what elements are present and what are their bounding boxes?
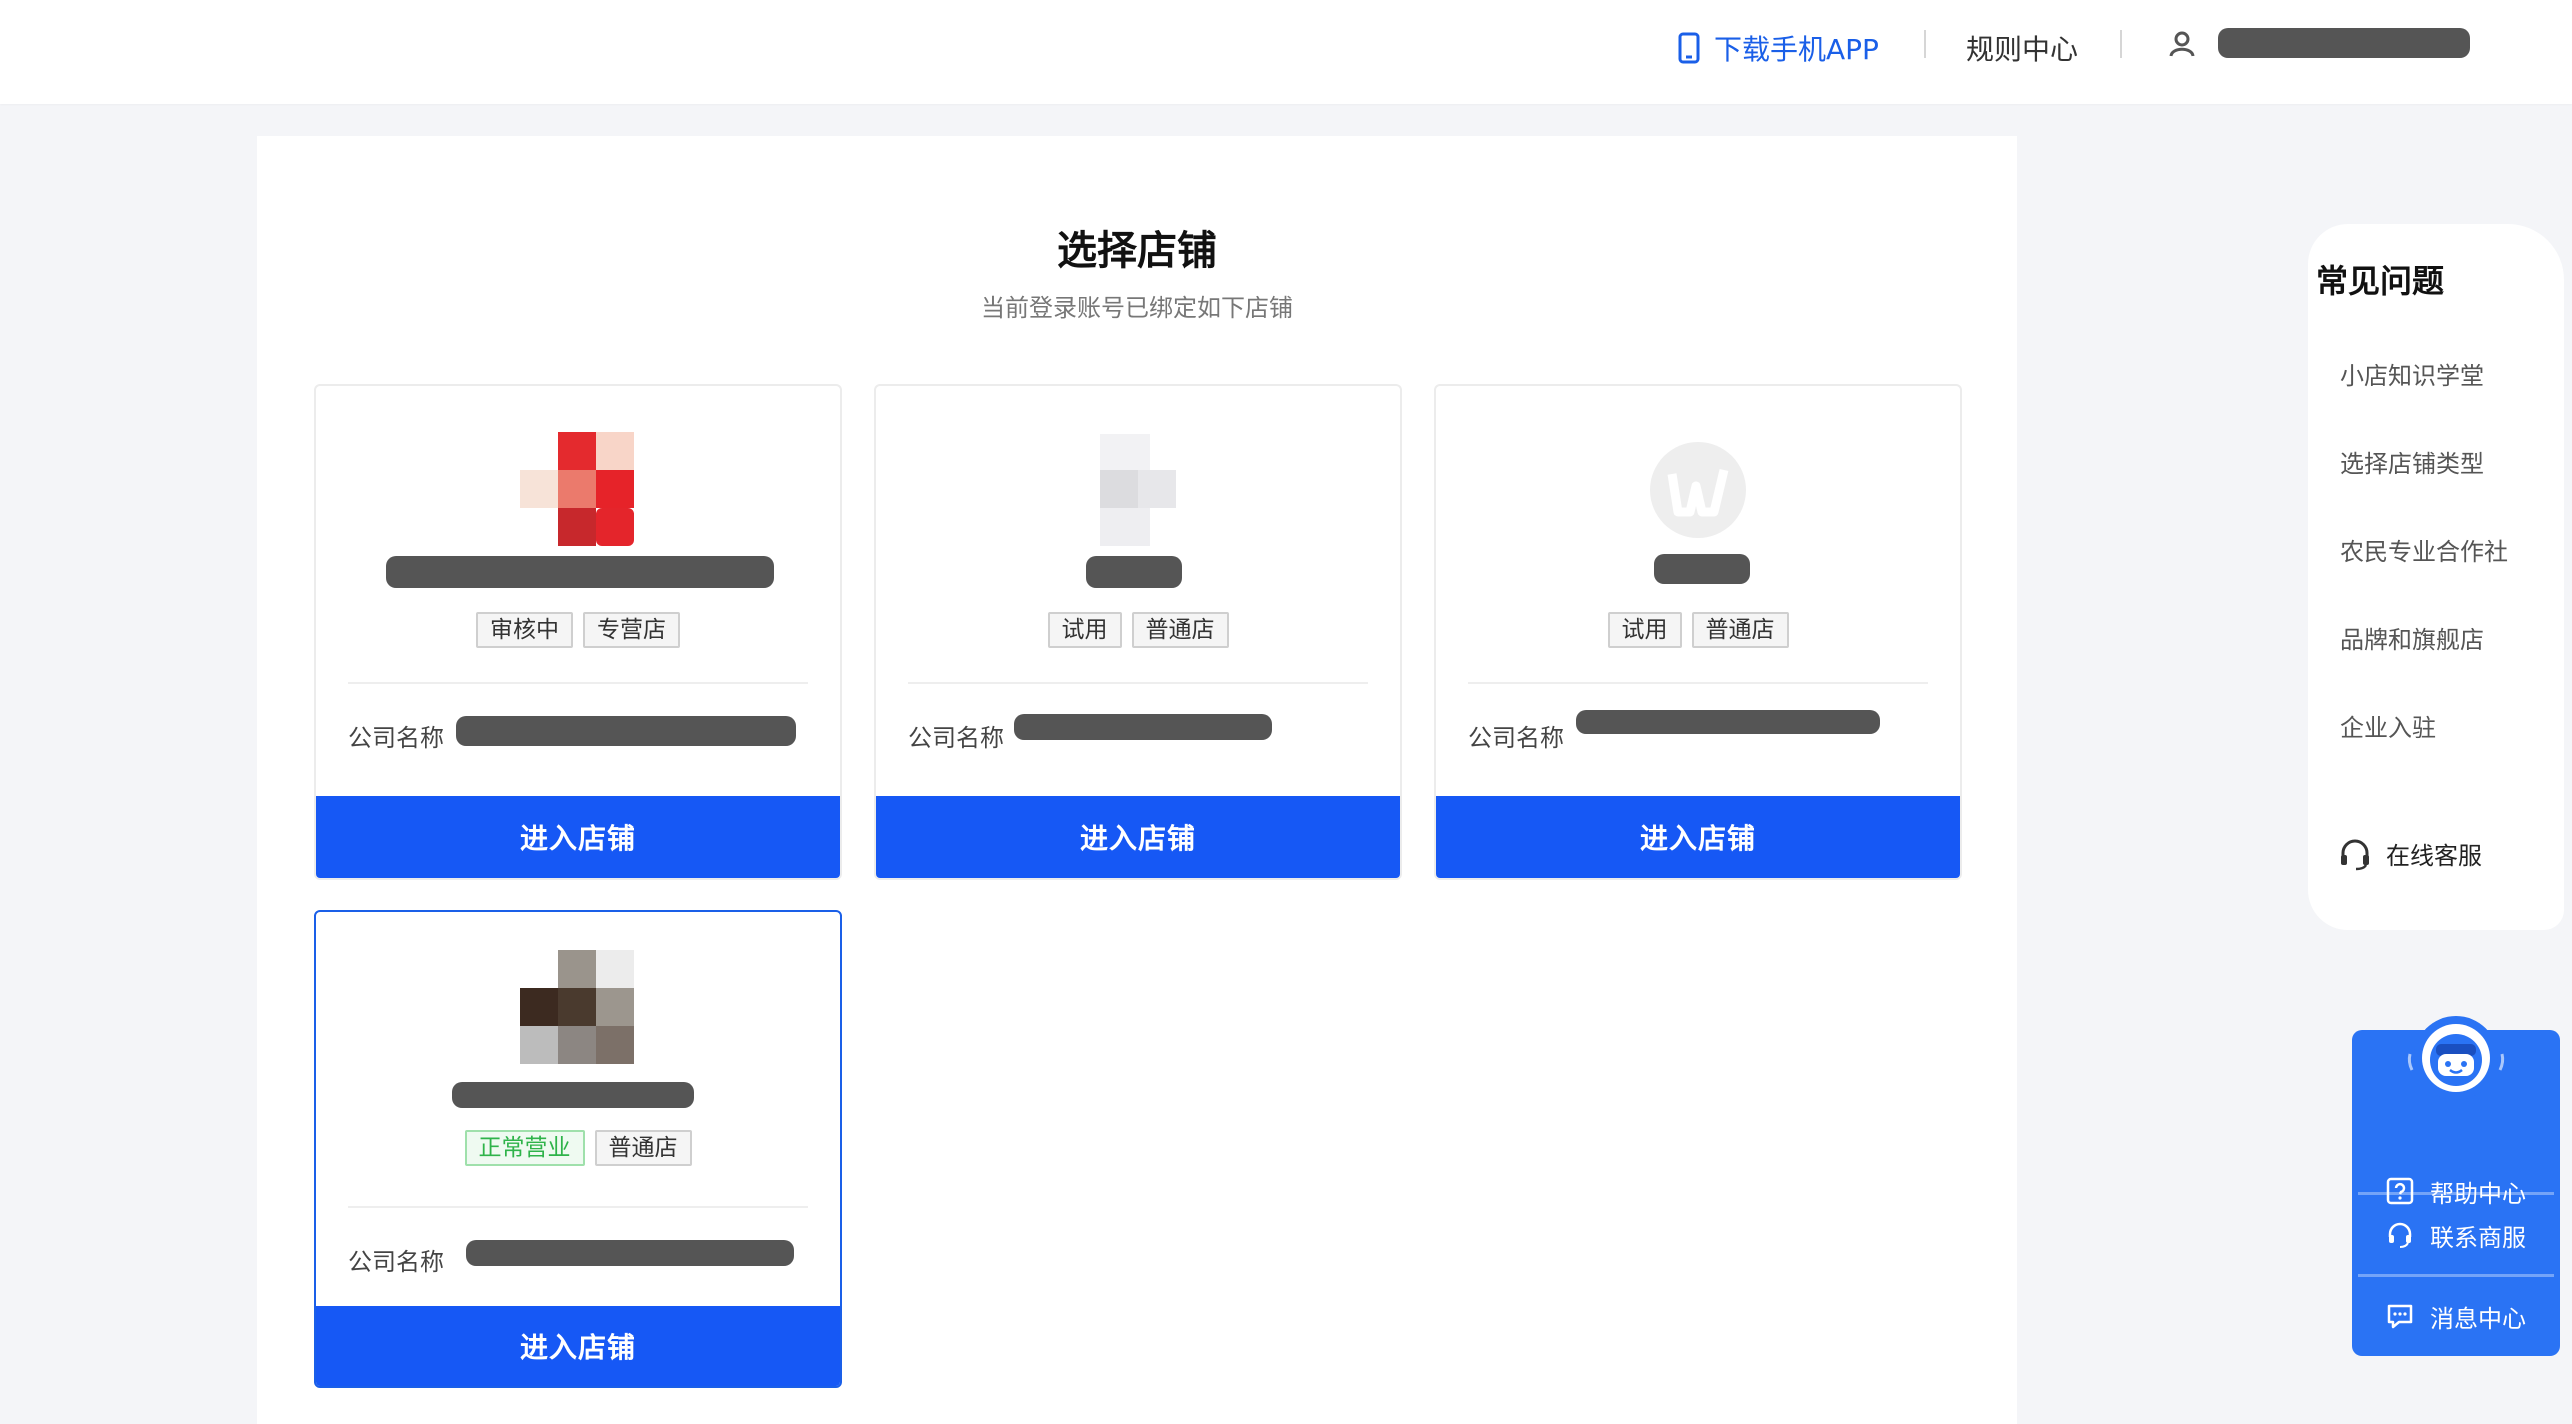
card-divider: [1468, 682, 1928, 684]
store-tags: 审核中 专营店: [316, 612, 840, 648]
store-type-tag: 专营店: [583, 612, 680, 648]
store-type-tag: 普通店: [594, 1130, 692, 1166]
store-logo: [1080, 432, 1196, 548]
store-name-redacted: [452, 1082, 694, 1108]
contact-service-button[interactable]: 联系商服: [2352, 1194, 2560, 1276]
enter-store-button[interactable]: 进入店铺: [1436, 796, 1960, 878]
status-tag: 试用: [1607, 612, 1682, 648]
faq-item-enterprise[interactable]: 企业入驻: [2340, 708, 2436, 743]
faq-title: 常见问题: [2316, 262, 2445, 300]
company-name-redacted: [456, 716, 796, 746]
online-service-label: 在线客服: [2386, 842, 2482, 870]
store-tags: 试用 普通店: [876, 612, 1400, 648]
user-icon[interactable]: [2168, 30, 2196, 58]
store-type-tag: 普通店: [1131, 612, 1229, 648]
status-tag: 审核中: [476, 612, 573, 648]
enter-store-button[interactable]: 进入店铺: [876, 796, 1400, 878]
store-name-redacted: [1654, 554, 1750, 584]
company-name-redacted: [1014, 714, 1272, 740]
headset-icon: [2341, 839, 2369, 870]
company-name-label: 公司名称: [1468, 724, 1564, 752]
download-app-link[interactable]: 下载手机APP: [1678, 28, 1879, 68]
company-name-redacted: [1576, 710, 1880, 734]
store-card[interactable]: 试用 普通店 公司名称 进入店铺: [874, 384, 1402, 880]
nav-divider: [1924, 30, 1926, 58]
company-name-label: 公司名称: [908, 724, 1004, 752]
store-card[interactable]: 审核中 专营店 公司名称 进入店铺: [314, 384, 842, 880]
page-subtitle: 当前登录账号已绑定如下店铺: [981, 294, 1293, 322]
store-card-selected[interactable]: 正常营业 普通店 公司名称 进入店铺: [314, 910, 842, 1388]
store-name-redacted: [1086, 556, 1182, 588]
company-name-label: 公司名称: [348, 724, 444, 752]
company-name-label: 公司名称: [348, 1248, 444, 1276]
store-logo: [1650, 442, 1746, 538]
store-selection-panel: 选择店铺 当前登录账号已绑定如下店铺 审核中 专营店 公司名称 进入店铺 试用 …: [257, 136, 2017, 1424]
store-name-redacted: [386, 556, 774, 588]
card-divider: [348, 682, 808, 684]
faq-panel: 常见问题 小店知识学堂 选择店铺类型 农民专业合作社 品牌和旗舰店 企业入驻 在…: [2308, 224, 2564, 930]
store-tags: 正常营业 普通店: [316, 1130, 840, 1166]
store-logo: [520, 432, 634, 546]
store-logo: [520, 950, 634, 1064]
mobile-phone-icon: [1678, 32, 1700, 64]
contact-service-label: 联系商服: [2430, 1223, 2526, 1252]
status-tag: 正常营业: [464, 1130, 585, 1166]
online-service-link[interactable]: 在线客服: [2338, 836, 2482, 871]
help-widget: 帮助中心 联系商服 消息中心: [2352, 1016, 2560, 1356]
store-type-tag: 普通店: [1691, 612, 1789, 648]
faq-item-brand-flagship[interactable]: 品牌和旗舰店: [2340, 620, 2484, 655]
faq-item-knowledge[interactable]: 小店知识学堂: [2340, 356, 2484, 391]
message-icon: [2387, 1304, 2413, 1329]
card-divider: [908, 682, 1368, 684]
page-title: 选择店铺: [1057, 228, 1217, 274]
enter-store-button[interactable]: 进入店铺: [316, 796, 840, 878]
store-tags: 试用 普通店: [1436, 612, 1960, 648]
message-center-button[interactable]: 消息中心: [2352, 1276, 2560, 1356]
card-divider: [348, 1206, 808, 1208]
headset-icon: [2388, 1222, 2412, 1248]
faq-item-store-type[interactable]: 选择店铺类型: [2340, 444, 2484, 479]
nav-divider: [2120, 30, 2122, 58]
enter-store-button[interactable]: 进入店铺: [316, 1306, 840, 1386]
account-name-redacted[interactable]: [2218, 28, 2470, 58]
rules-center-link[interactable]: 规则中心: [1966, 28, 2078, 68]
message-center-label: 消息中心: [2430, 1304, 2526, 1333]
download-app-label: 下载手机APP: [1714, 33, 1879, 66]
company-name-redacted: [466, 1240, 794, 1266]
faq-item-cooperative[interactable]: 农民专业合作社: [2340, 532, 2508, 567]
robot-assistant-icon[interactable]: [2404, 1014, 2508, 1110]
store-card[interactable]: 试用 普通店 公司名称 进入店铺: [1434, 384, 1962, 880]
status-tag: 试用: [1047, 612, 1122, 648]
top-bar: 下载手机APP 规则中心: [0, 0, 2572, 104]
